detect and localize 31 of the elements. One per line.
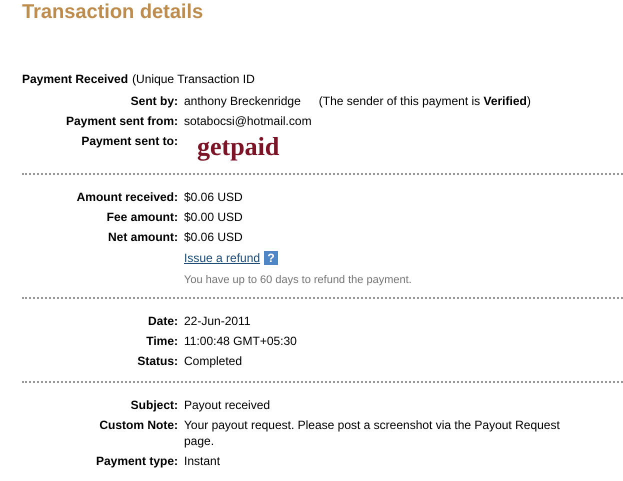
field-label: Custom Note: [98, 417, 178, 433]
field-value: $0.06 USD [184, 189, 244, 205]
refund-link[interactable]: Issue a refund [184, 251, 260, 265]
field-value: Instant [184, 453, 222, 469]
field-value: Completed [184, 353, 244, 369]
field-label: Net amount: [107, 229, 178, 245]
field-label: Payment type: [94, 453, 178, 469]
field-value: $0.06 USD [184, 229, 244, 245]
page-title: Transaction details [22, 0, 204, 24]
field-label: Payment sent from: [64, 113, 178, 129]
field-label: Sent by: [130, 93, 178, 109]
field-label: Payment sent to: [80, 133, 178, 149]
field-label: Time: [145, 333, 178, 349]
payment-status-heading: Payment Received [22, 71, 128, 88]
field-value: Payout received [184, 397, 272, 413]
field-value: 11:00:48 GMT+05:30 [184, 333, 298, 349]
field-value: Your payout request. Please post a screenshot via the Payout Request page. [184, 417, 561, 449]
field-label: Date: [146, 313, 178, 329]
help-icon[interactable]: ? [264, 251, 278, 265]
field-value: sotabocsi@hotmail.com [184, 113, 313, 129]
field-label: Fee amount: [106, 209, 178, 225]
field-value: $0.00 USD [184, 209, 244, 225]
field-label: Subject: [130, 397, 178, 413]
field-label: Status: [136, 353, 178, 369]
recipient-name: getpaid [197, 133, 280, 161]
transaction-id-label: (Unique Transaction ID [132, 71, 255, 88]
refund-hint: You have up to 60 days to refund the payment. [184, 273, 413, 287]
verification-note: (The sender of this payment is Verified) [318, 93, 531, 109]
field-value: 22-Jun-2011 [184, 313, 252, 329]
field-label: Amount received: [76, 189, 178, 205]
field-value: anthony Breckenridge [184, 93, 301, 109]
